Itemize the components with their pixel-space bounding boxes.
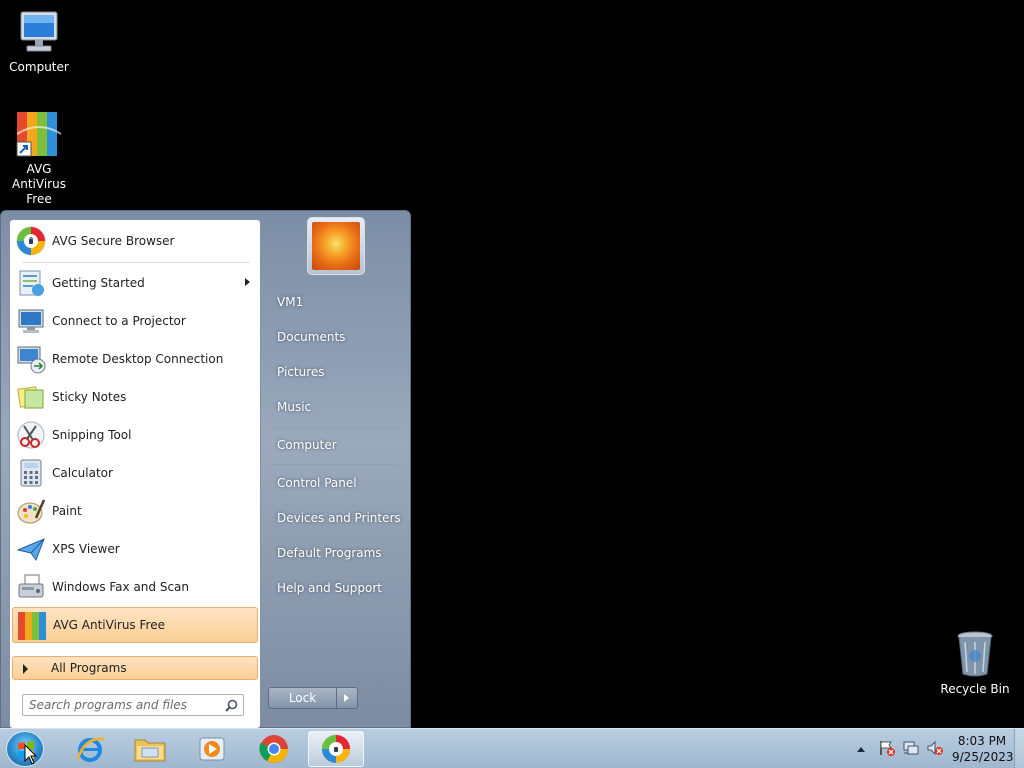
recent-item-connect-to-projector[interactable]: Connect to a Projector (12, 303, 258, 339)
avg-antivirus-icon (15, 110, 63, 158)
recent-item-label: Paint (52, 504, 82, 518)
recycle-bin-icon (953, 630, 997, 678)
all-programs-button[interactable]: All Programs (12, 656, 258, 680)
recent-item-sticky-notes[interactable]: Sticky Notes (12, 379, 258, 415)
right-item-computer[interactable]: Computer (269, 430, 401, 460)
desktop-icon-recycle-bin[interactable]: Recycle Bin (935, 630, 1015, 697)
right-item-user-folder[interactable]: VM1 (269, 287, 401, 317)
recent-item-calculator[interactable]: Calculator (12, 455, 258, 491)
computer-icon (15, 8, 63, 56)
search-icon[interactable] (225, 699, 238, 712)
taskbar-file-explorer[interactable] (122, 731, 178, 767)
calculator-icon (16, 458, 46, 488)
recent-item-paint[interactable]: Paint (12, 493, 258, 529)
recent-item-label: Getting Started (52, 276, 145, 290)
avg-secure-browser-icon (321, 734, 351, 764)
search-programs-input[interactable]: Search programs and files (22, 694, 244, 716)
right-item-label: Default Programs (277, 546, 382, 560)
internet-explorer-icon (76, 737, 105, 762)
submenu-arrow-icon[interactable] (245, 278, 250, 286)
file-explorer-icon (134, 739, 166, 762)
taskbar-avg-secure-browser[interactable] (308, 731, 364, 767)
recent-item-label: XPS Viewer (52, 542, 120, 556)
recent-item-fax-and-scan[interactable]: Windows Fax and Scan (12, 569, 258, 605)
show-desktop-button[interactable] (1014, 729, 1024, 768)
right-separator (271, 427, 399, 428)
right-item-music[interactable]: Music (269, 392, 401, 422)
taskbar-media-player[interactable] (184, 731, 240, 767)
right-separator (271, 464, 399, 465)
right-item-label: Pictures (277, 365, 325, 379)
right-item-label: VM1 (277, 295, 304, 309)
avg-secure-browser-icon (16, 226, 46, 256)
clock-time: 8:03 PM (957, 734, 1007, 748)
paint-icon (16, 496, 46, 526)
action-center-flag-icon[interactable] (878, 740, 896, 759)
taskbar-internet-explorer[interactable] (62, 731, 118, 767)
right-item-default-programs[interactable]: Default Programs (269, 538, 401, 568)
recent-item-label: Connect to a Projector (52, 314, 186, 328)
recent-item-label: Snipping Tool (52, 428, 132, 442)
right-item-label: Music (277, 400, 312, 414)
right-item-label: Control Panel (277, 476, 357, 490)
right-item-control-panel[interactable]: Control Panel (269, 468, 401, 498)
desktop-icon-label: Computer (9, 60, 69, 74)
right-item-label: Documents (277, 330, 346, 344)
right-item-devices-printers[interactable]: Devices and Printers (269, 503, 401, 533)
network-icon[interactable] (902, 740, 920, 759)
avg-antivirus-icon (17, 611, 47, 641)
lock-button-group: Lock (268, 687, 358, 709)
right-item-label: Devices and Printers (277, 511, 401, 525)
taskbar-clock[interactable]: 8:03 PM 9/25/2023 (952, 733, 1014, 765)
system-tray: 8:03 PM 9/25/2023 (856, 729, 1014, 768)
pinned-item-label: AVG Secure Browser (52, 234, 175, 248)
shutdown-options-arrow-icon[interactable] (337, 688, 357, 708)
volume-muted-icon[interactable] (926, 740, 944, 759)
recent-item-label: Sticky Notes (52, 390, 127, 404)
chrome-icon (259, 735, 288, 763)
recent-item-label: Windows Fax and Scan (52, 580, 190, 594)
pinned-separator (22, 262, 250, 263)
recent-item-snipping-tool[interactable]: Snipping Tool (12, 417, 258, 453)
right-item-documents[interactable]: Documents (269, 322, 401, 352)
clock-date: 9/25/2023 (952, 750, 1014, 764)
fax-scan-icon (16, 572, 46, 602)
right-item-pictures[interactable]: Pictures (269, 357, 401, 387)
all-programs-label: All Programs (51, 661, 127, 675)
right-item-label: Computer (277, 438, 337, 452)
remote-desktop-icon (16, 344, 46, 374)
right-item-label: Help and Support (277, 581, 382, 595)
pinned-item-avg-secure-browser[interactable]: AVG Secure Browser (12, 223, 258, 259)
lock-button[interactable]: Lock (269, 688, 337, 708)
recent-item-label: Remote Desktop Connection (52, 352, 224, 366)
desktop-icon-avg-antivirus[interactable]: AVG AntiVirus Free (0, 110, 79, 207)
taskbar: 8:03 PM 9/25/2023 (0, 728, 1024, 768)
start-menu: AVG Secure Browser Getting Started Conne… (0, 210, 411, 729)
recent-item-xps-viewer[interactable]: XPS Viewer (12, 531, 258, 567)
xps-viewer-icon (16, 534, 46, 564)
user-picture[interactable] (307, 217, 365, 275)
recent-item-label: AVG AntiVirus Free (53, 618, 165, 632)
desktop-icon-label: Recycle Bin (940, 682, 1010, 696)
right-item-help-support[interactable]: Help and Support (269, 573, 401, 603)
desktop-icon-label: AVG AntiVirus Free (12, 162, 66, 206)
recent-item-avg-antivirus[interactable]: AVG AntiVirus Free (12, 607, 258, 643)
show-hidden-icons-icon[interactable] (856, 742, 870, 756)
snipping-tool-icon (16, 420, 46, 450)
recent-item-getting-started[interactable]: Getting Started (12, 265, 258, 301)
desktop-icon-computer[interactable]: Computer (0, 8, 79, 75)
all-programs-arrow-icon (23, 664, 28, 674)
taskbar-chrome[interactable] (246, 731, 302, 767)
projector-icon (16, 306, 46, 336)
start-menu-programs-pane: AVG Secure Browser Getting Started Conne… (9, 219, 261, 729)
getting-started-icon (16, 268, 46, 298)
user-avatar-flower (312, 222, 360, 270)
recent-item-remote-desktop[interactable]: Remote Desktop Connection (12, 341, 258, 377)
recent-item-label: Calculator (52, 466, 113, 480)
sticky-notes-icon (16, 382, 46, 412)
media-player-icon (199, 737, 225, 761)
mouse-cursor-icon (24, 744, 38, 765)
search-placeholder: Search programs and files (29, 698, 187, 712)
